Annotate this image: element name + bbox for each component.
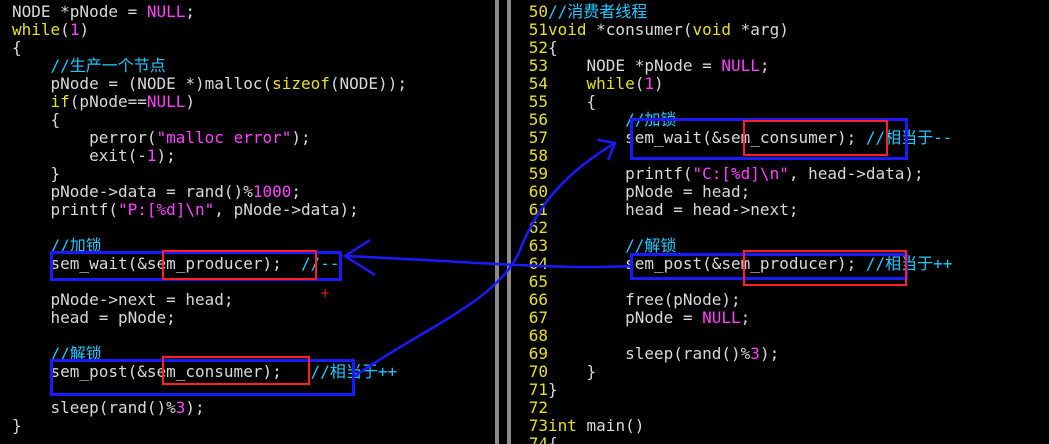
arrow-producer-post-to-wait [344,254,631,269]
arrow-consumer-head [597,138,617,161]
annotation-arrows [342,138,631,378]
